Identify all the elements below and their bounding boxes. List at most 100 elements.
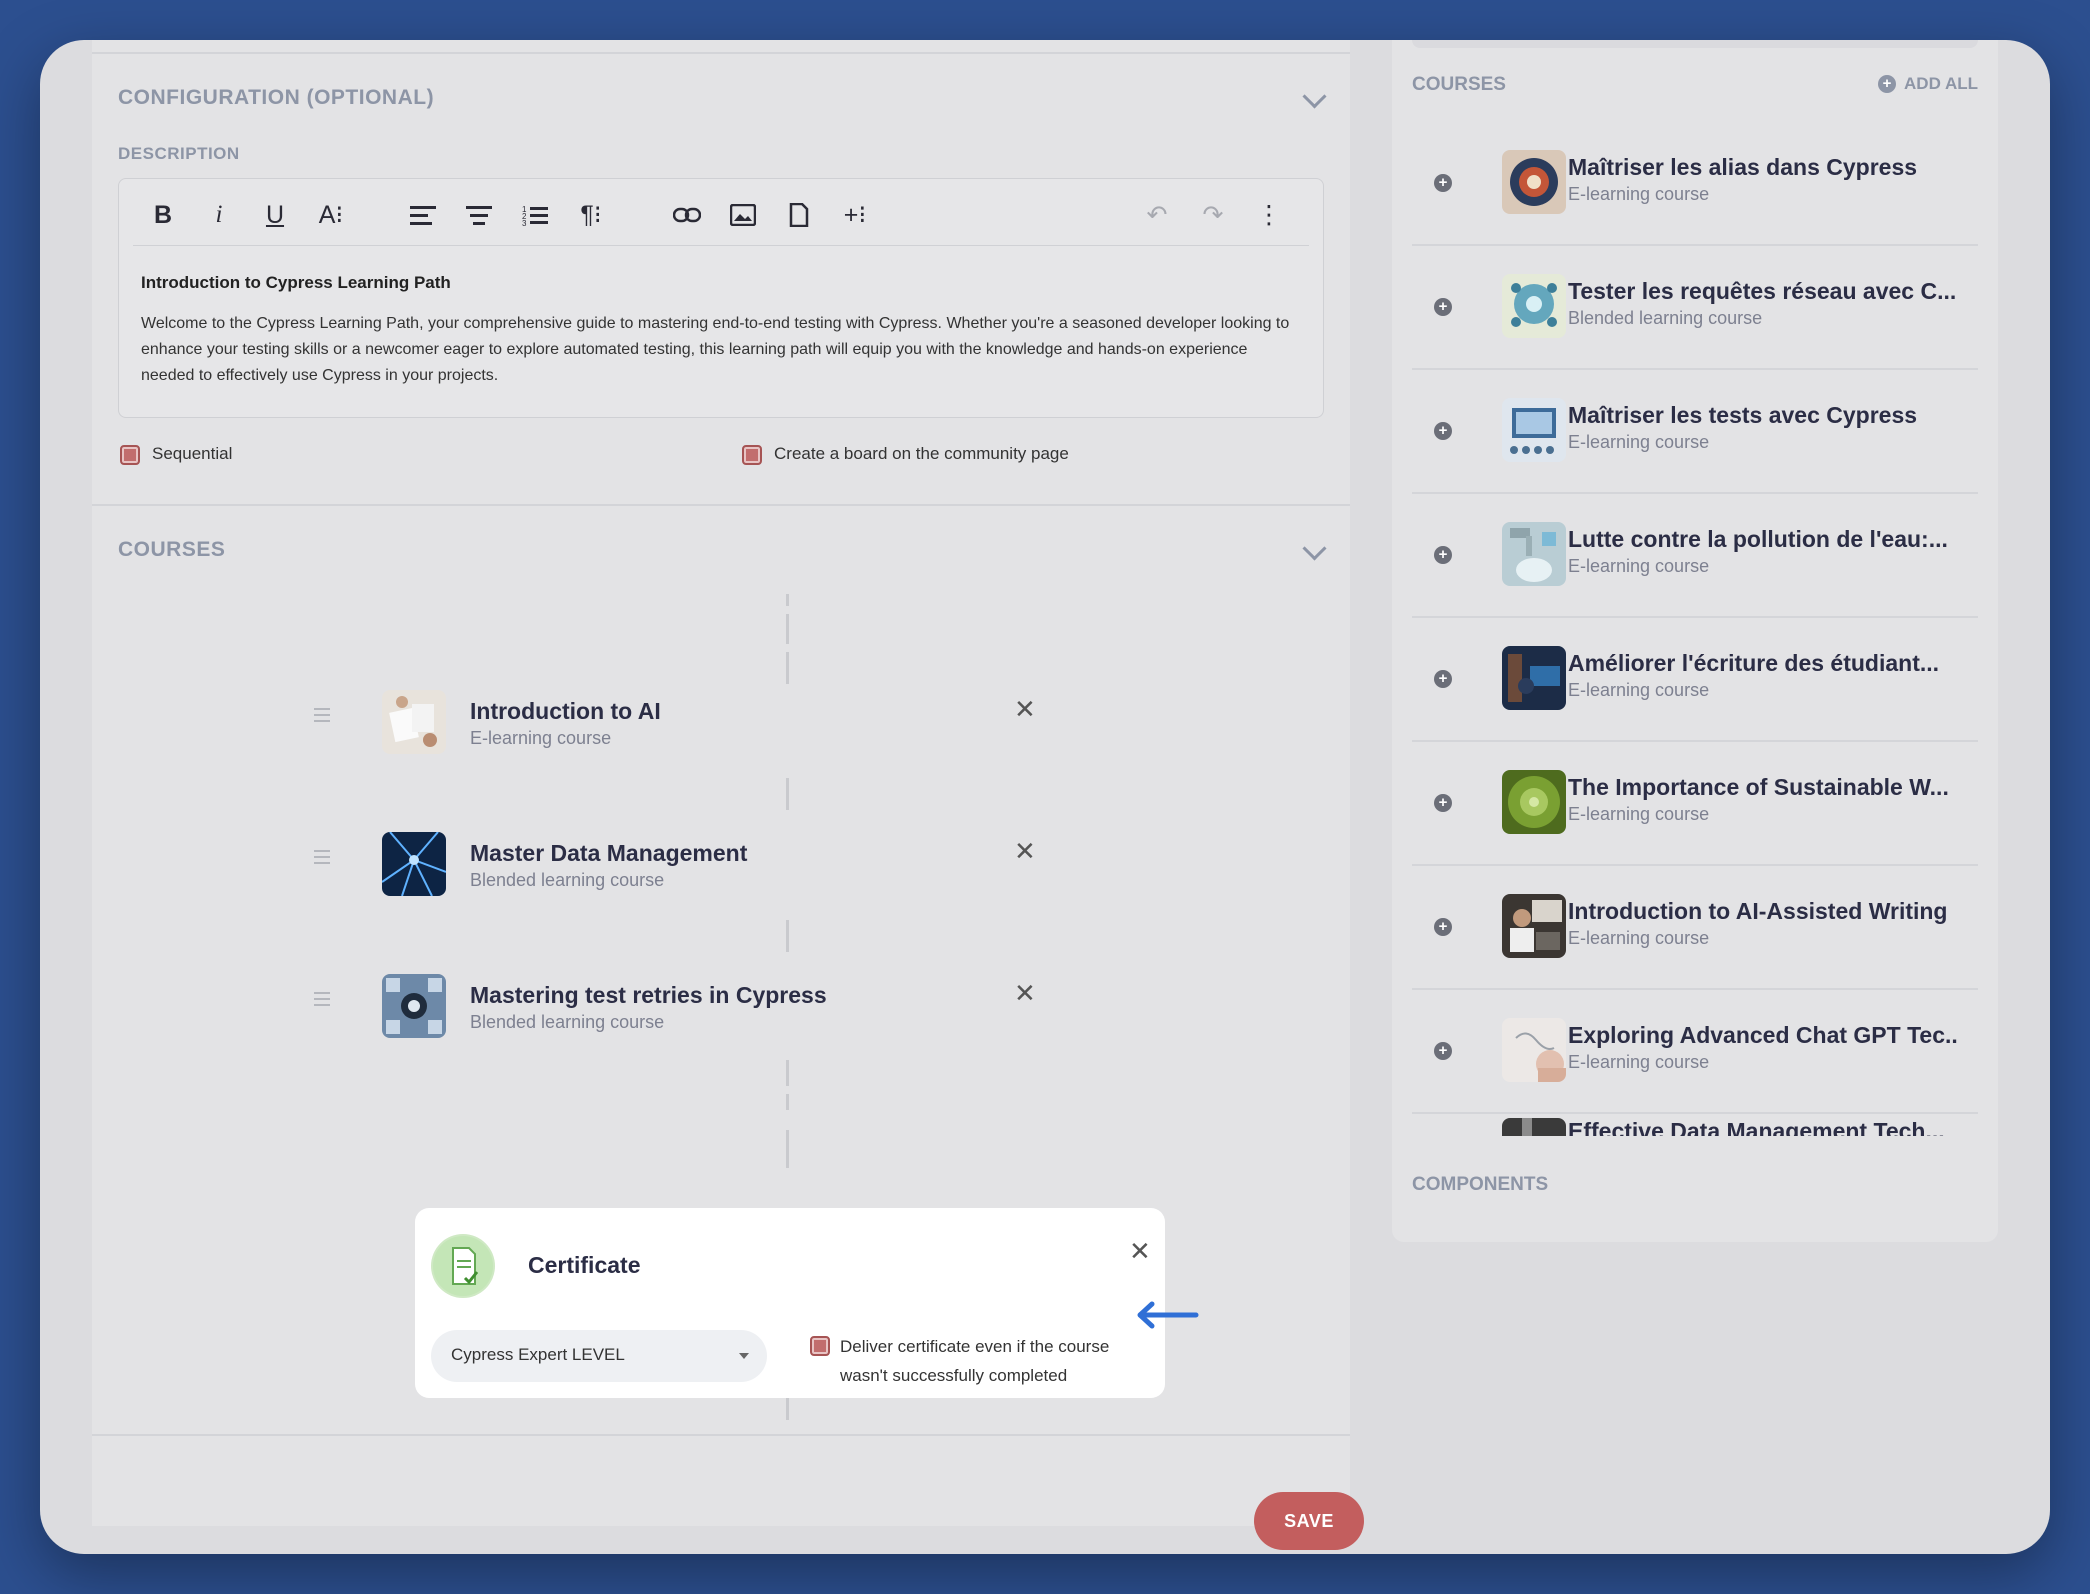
drag-handle-icon[interactable]: [314, 850, 330, 868]
course-type: E-learning course: [1568, 556, 1710, 576]
arrow-left-icon: [1134, 1300, 1200, 1335]
description-label: DESCRIPTION: [118, 144, 240, 163]
sidebar-course-item[interactable]: + Améliorer l'écriture des étudiant... E…: [1412, 616, 1978, 742]
bold-icon[interactable]: B: [141, 193, 185, 237]
italic-icon[interactable]: i: [197, 193, 241, 237]
chevron-down-icon[interactable]: [1302, 536, 1327, 561]
save-button[interactable]: SAVE: [1254, 1492, 1364, 1550]
sidebar-course-item[interactable]: + Introduction to AI-Assisted Writing E-…: [1412, 864, 1978, 990]
connector-line: [786, 778, 789, 810]
sidebar-course-item[interactable]: + Exploring Advanced Chat GPT Tec... E-l…: [1412, 988, 1978, 1114]
add-all-button[interactable]: + ADD ALL: [1878, 74, 1978, 94]
sidebar-list[interactable]: + Maîtriser les alias dans Cypress E-lea…: [1392, 120, 1998, 1180]
course-thumbnail: [1502, 150, 1566, 214]
footer-divider: [92, 1434, 1350, 1436]
courses-heading[interactable]: COURSES: [118, 538, 225, 562]
course-thumbnail: [382, 832, 446, 896]
more-vertical-icon[interactable]: ⋮: [1247, 193, 1291, 237]
course-title: The Importance of Sustainable W...: [1568, 774, 1949, 800]
redo-icon[interactable]: ↷: [1191, 193, 1235, 237]
certificate-select[interactable]: Cypress Expert LEVEL: [431, 1330, 767, 1382]
course-title: Améliorer l'écriture des étudiant...: [1568, 650, 1940, 676]
deliver-certificate-label: Deliver certificate even if the course w…: [840, 1332, 1109, 1390]
close-icon[interactable]: ✕: [1014, 694, 1036, 725]
chevron-down-icon[interactable]: [1302, 84, 1327, 109]
course-thumbnail: [1502, 1018, 1566, 1082]
connector-line: [786, 594, 789, 606]
community-board-checkbox[interactable]: [742, 445, 762, 465]
connector-line: [786, 1130, 789, 1168]
underline-icon[interactable]: U: [253, 193, 297, 237]
close-icon[interactable]: ✕: [1014, 836, 1036, 867]
file-icon[interactable]: [777, 193, 821, 237]
course-title: Lutte contre la pollution de l'eau:...: [1568, 526, 1948, 552]
sidebar-course-item[interactable]: + Tester les requêtes réseau avec C... B…: [1412, 244, 1978, 370]
undo-icon[interactable]: ↶: [1135, 193, 1179, 237]
course-title: Mastering test retries in Cypress: [470, 982, 827, 1008]
course-item[interactable]: Master Data Management Blended learning …: [314, 832, 1114, 902]
course-title: Master Data Management: [470, 840, 748, 866]
align-center-icon[interactable]: [457, 193, 501, 237]
course-type: Blended learning course: [470, 870, 665, 890]
configuration-heading[interactable]: CONFIGURATION (OPTIONAL): [118, 86, 434, 110]
close-icon[interactable]: ✕: [1014, 978, 1036, 1009]
add-course-icon[interactable]: +: [1434, 422, 1452, 440]
add-course-icon[interactable]: +: [1434, 918, 1452, 936]
course-type: Blended learning course: [1568, 308, 1763, 328]
description-editor[interactable]: B i U A⁝ 123 ¶⁝ +⁝ ↶ ↷ ⋮ Introduction to…: [118, 178, 1324, 418]
editor-body: Welcome to the Cypress Learning Path, yo…: [141, 315, 1290, 384]
add-course-icon[interactable]: +: [1434, 546, 1452, 564]
add-all-label: ADD ALL: [1904, 74, 1978, 93]
course-type: E-learning course: [1568, 928, 1710, 948]
certificate-title: Certificate: [528, 1252, 641, 1278]
course-item[interactable]: Introduction to AI E-learning course ✕: [314, 690, 1114, 760]
link-icon[interactable]: [665, 193, 709, 237]
add-course-icon[interactable]: +: [1434, 298, 1452, 316]
certificate-card[interactable]: Certificate ✕ Cypress Expert LEVEL Deliv…: [415, 1208, 1165, 1398]
close-icon[interactable]: ✕: [1129, 1236, 1151, 1267]
sidebar-course-item[interactable]: + The Importance of Sustainable W... E-l…: [1412, 740, 1978, 866]
drag-handle-icon[interactable]: [314, 708, 330, 726]
deliver-label-line-1: Deliver certificate even if the course: [840, 1337, 1110, 1356]
course-type: Blended learning course: [470, 1012, 665, 1032]
ordered-list-icon[interactable]: 123: [513, 193, 557, 237]
add-course-icon[interactable]: +: [1434, 794, 1452, 812]
drag-handle-icon[interactable]: [314, 992, 330, 1010]
sidebar-course-item-partial[interactable]: Effective Data Management Tech...: [1412, 1112, 1978, 1136]
align-left-icon[interactable]: [401, 193, 445, 237]
community-board-label: Create a board on the community page: [774, 444, 1069, 463]
course-type: E-learning course: [1568, 1052, 1710, 1072]
sequential-checkbox[interactable]: [120, 445, 140, 465]
course-type: E-learning course: [1568, 804, 1710, 824]
certificate-icon: [431, 1234, 495, 1298]
dropdown-arrow-icon[interactable]: [739, 1353, 749, 1359]
course-thumbnail: [382, 690, 446, 754]
add-course-icon[interactable]: +: [1434, 174, 1452, 192]
editor-toolbar: B i U A⁝ 123 ¶⁝ +⁝ ↶ ↷ ⋮: [119, 179, 1323, 245]
course-thumbnail: [1502, 274, 1566, 338]
top-divider: [92, 52, 1350, 54]
course-thumbnail: [1502, 770, 1566, 834]
text-style-icon[interactable]: A⁝: [309, 193, 353, 237]
search-area: [1412, 40, 1978, 48]
sidebar-course-item[interactable]: + Lutte contre la pollution de l'eau:...…: [1412, 492, 1978, 618]
add-course-icon[interactable]: +: [1434, 670, 1452, 688]
course-title: Maîtriser les alias dans Cypress: [1568, 154, 1918, 180]
image-icon[interactable]: [721, 193, 765, 237]
deliver-certificate-checkbox[interactable]: [810, 1336, 830, 1356]
connector-line: [786, 920, 789, 952]
add-course-icon[interactable]: +: [1434, 1042, 1452, 1060]
course-title: Maîtriser les tests avec Cypress: [1568, 402, 1918, 428]
course-title: Introduction to AI: [470, 698, 661, 724]
toolbar-divider: [133, 245, 1309, 246]
course-item[interactable]: Mastering test retries in Cypress Blende…: [314, 974, 1114, 1044]
course-title: Exploring Advanced Chat GPT Tec...: [1568, 1022, 1958, 1048]
course-thumbnail: [1502, 1118, 1566, 1136]
course-thumbnail: [1502, 398, 1566, 462]
components-heading[interactable]: COMPONENTS: [1412, 1174, 1548, 1196]
insert-more-icon[interactable]: +⁝: [833, 193, 877, 237]
sidebar-course-item[interactable]: + Maîtriser les alias dans Cypress E-lea…: [1412, 120, 1978, 246]
sidebar-course-item[interactable]: + Maîtriser les tests avec Cypress E-lea…: [1412, 368, 1978, 494]
paragraph-icon[interactable]: ¶⁝: [569, 193, 613, 237]
course-title: Introduction to AI-Assisted Writing: [1568, 898, 1948, 924]
